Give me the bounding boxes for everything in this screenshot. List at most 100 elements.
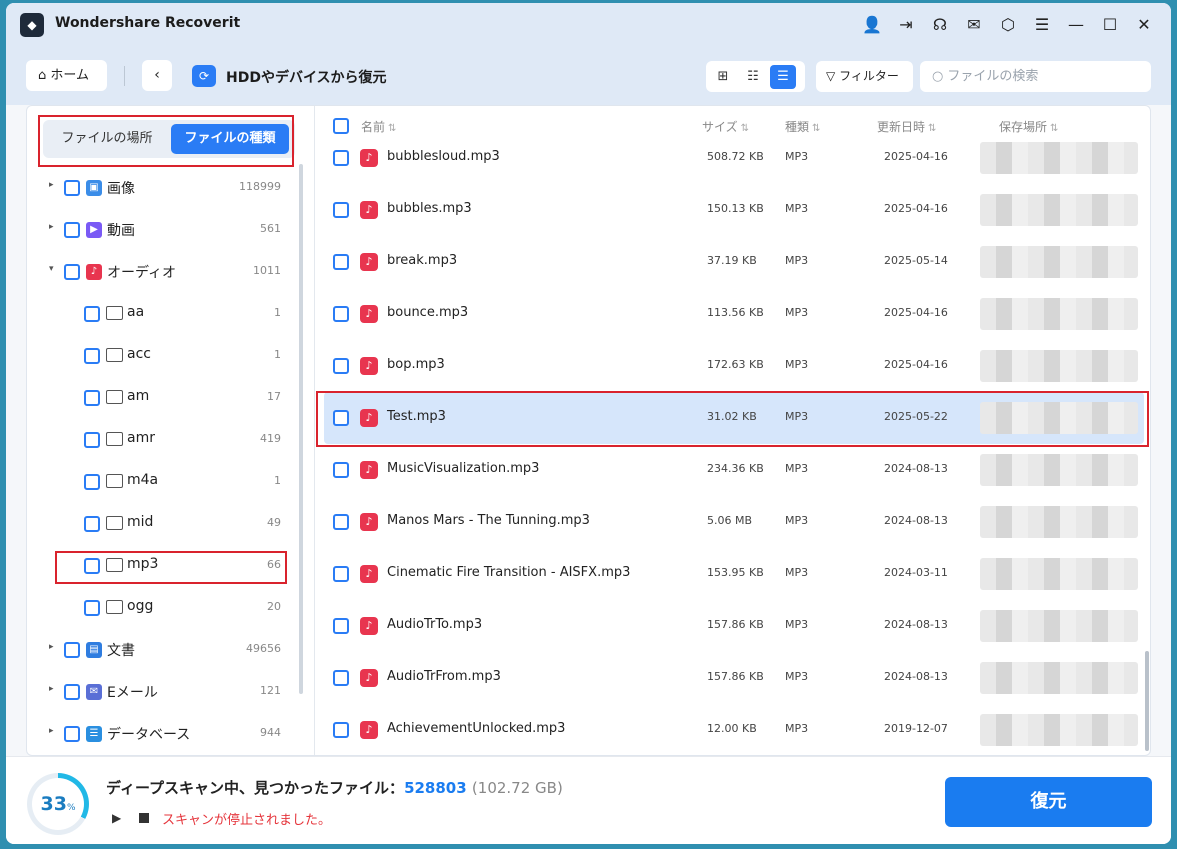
- table-row[interactable]: ♪ break.mp3 37.19 KB MP3 2025-05-14: [324, 236, 1144, 288]
- export-icon[interactable]: ⇥: [891, 11, 921, 39]
- tree-checkbox[interactable]: [84, 474, 100, 490]
- table-row[interactable]: ♪ bop.mp3 172.63 KB MP3 2025-04-16: [324, 340, 1144, 392]
- home-icon: ⌂: [38, 68, 47, 83]
- tree-item-11[interactable]: ▸ ▤ 文書 49656: [27, 638, 297, 662]
- row-checkbox[interactable]: [333, 306, 349, 322]
- tree-item-6[interactable]: amr 419: [27, 428, 297, 452]
- tree-checkbox[interactable]: [84, 306, 100, 322]
- list-view-icon[interactable]: ☷: [740, 65, 766, 89]
- detail-view-icon[interactable]: ☰: [770, 64, 796, 89]
- chevron-right-icon[interactable]: ▸: [49, 180, 54, 190]
- row-checkbox[interactable]: [333, 462, 349, 478]
- tree-item-count: 49656: [246, 642, 281, 655]
- table-row[interactable]: ♪ AchievementUnlocked.mp3 12.00 KB MP3 2019-…: [324, 704, 1144, 755]
- tree-checkbox[interactable]: [64, 264, 80, 280]
- back-button[interactable]: ‹: [142, 60, 172, 91]
- tree-item-5[interactable]: am 17: [27, 386, 297, 410]
- table-row[interactable]: ♪ AudioTrTo.mp3 157.86 KB MP3 2024-08-13: [324, 600, 1144, 652]
- list-scrollbar[interactable]: [1145, 651, 1149, 751]
- tree-checkbox[interactable]: [84, 390, 100, 406]
- tree-checkbox[interactable]: [84, 600, 100, 616]
- folder-icon: [106, 432, 123, 446]
- tree-item-12[interactable]: ▸ ✉ Eメール 121: [27, 680, 297, 704]
- chevron-right-icon[interactable]: ▸: [49, 726, 54, 736]
- status-prefix: ディープスキャン中、見つかったファイル：: [106, 779, 405, 797]
- tree-item-1[interactable]: ▸ ▶ 動画 561: [27, 218, 297, 242]
- chevron-right-icon[interactable]: ▸: [49, 684, 54, 694]
- chevron-down-icon[interactable]: ▾: [49, 264, 54, 274]
- row-checkbox[interactable]: [333, 358, 349, 374]
- audio-file-icon: ♪: [360, 669, 378, 687]
- row-checkbox[interactable]: [333, 202, 349, 218]
- row-checkbox[interactable]: [333, 670, 349, 686]
- row-checkbox[interactable]: [333, 254, 349, 270]
- tree-item-8[interactable]: mid 49: [27, 512, 297, 536]
- tree-item-7[interactable]: m4a 1: [27, 470, 297, 494]
- audio-icon: ♪: [86, 264, 102, 280]
- chevron-right-icon[interactable]: ▸: [49, 642, 54, 652]
- tree-item-count: 1: [274, 348, 281, 361]
- app-title: Wondershare Recoverit: [55, 15, 241, 31]
- table-row[interactable]: ♪ bubblesloud.mp3 508.72 KB MP3 2025-04-16: [324, 132, 1144, 184]
- search-input[interactable]: ○ ファイルの検索: [920, 61, 1151, 92]
- tree-checkbox[interactable]: [84, 348, 100, 364]
- tree-checkbox[interactable]: [64, 180, 80, 196]
- minimize-icon[interactable]: —: [1061, 11, 1091, 39]
- play-icon[interactable]: ▶: [112, 811, 121, 825]
- tree-item-2[interactable]: ▾ ♪ オーディオ 1011: [27, 260, 297, 284]
- tree-item-13[interactable]: ▸ ☰ データベース 944: [27, 722, 297, 746]
- tree-item-10[interactable]: ogg 20: [27, 596, 297, 620]
- file-type: MP3: [785, 306, 809, 319]
- tree-item-count: 1011: [253, 264, 281, 277]
- menu-icon[interactable]: ☰: [1027, 11, 1057, 39]
- tree-item-label: Eメール: [107, 685, 158, 701]
- sidebar-scrollbar[interactable]: [299, 164, 303, 694]
- headset-icon[interactable]: ☊: [925, 11, 955, 39]
- maximize-icon[interactable]: ☐: [1095, 11, 1125, 39]
- row-checkbox[interactable]: [333, 618, 349, 634]
- table-row[interactable]: ♪ bubbles.mp3 150.13 KB MP3 2025-04-16: [324, 184, 1144, 236]
- tree-checkbox[interactable]: [64, 726, 80, 742]
- table-row[interactable]: ♪ MusicVisualization.mp3 234.36 KB MP3 2024-…: [324, 444, 1144, 496]
- toolbar-divider: [124, 66, 125, 86]
- file-name: bubblesloud.mp3: [387, 149, 500, 164]
- row-checkbox[interactable]: [333, 150, 349, 166]
- progress-unit: %: [66, 803, 76, 813]
- user-icon[interactable]: 👤: [857, 11, 887, 39]
- tree-checkbox[interactable]: [84, 516, 100, 532]
- tree-item-0[interactable]: ▸ ▣ 画像 118999: [27, 176, 297, 200]
- tree-item-3[interactable]: aa 1: [27, 302, 297, 326]
- file-name: Manos Mars - The Tunning.mp3: [387, 513, 590, 528]
- recover-button[interactable]: 復元: [945, 777, 1152, 827]
- grid-view-icon[interactable]: ⊞: [710, 65, 736, 89]
- table-row[interactable]: ♪ Cinematic Fire Transition - AISFX.mp3 15…: [324, 548, 1144, 600]
- tree-item-count: 944: [260, 726, 281, 739]
- file-location-blurred: [980, 246, 1138, 278]
- mail-icon[interactable]: ✉: [959, 11, 989, 39]
- close-icon[interactable]: ✕: [1129, 11, 1159, 39]
- app-window: ◆ Wondershare Recoverit 👤 ⇥ ☊ ✉ ⬡ ☰ — ☐ …: [6, 3, 1171, 844]
- view-mode-group: ⊞ ☷ ☰: [706, 61, 805, 92]
- tree-checkbox[interactable]: [64, 222, 80, 238]
- table-row[interactable]: ♪ AudioTrFrom.mp3 157.86 KB MP3 2024-08-13: [324, 652, 1144, 704]
- filter-button[interactable]: ▽ フィルター: [816, 61, 913, 92]
- home-button[interactable]: ⌂ ホーム: [26, 60, 107, 91]
- audio-file-icon: ♪: [360, 357, 378, 375]
- image-icon: ▣: [86, 180, 102, 196]
- audio-file-icon: ♪: [360, 721, 378, 739]
- cube-icon[interactable]: ⬡: [993, 11, 1023, 39]
- chevron-right-icon[interactable]: ▸: [49, 222, 54, 232]
- tree-checkbox[interactable]: [64, 684, 80, 700]
- tree-checkbox[interactable]: [64, 642, 80, 658]
- table-row[interactable]: ♪ bounce.mp3 113.56 KB MP3 2025-04-16: [324, 288, 1144, 340]
- row-checkbox[interactable]: [333, 722, 349, 738]
- audio-file-icon: ♪: [360, 253, 378, 271]
- file-date: 2025-04-16: [884, 306, 948, 319]
- stop-icon[interactable]: [139, 813, 149, 823]
- row-checkbox[interactable]: [333, 514, 349, 530]
- tree-checkbox[interactable]: [84, 432, 100, 448]
- row-checkbox[interactable]: [333, 566, 349, 582]
- table-row[interactable]: ♪ Manos Mars - The Tunning.mp3 5.06 MB MP3 2…: [324, 496, 1144, 548]
- tree-item-4[interactable]: acc 1: [27, 344, 297, 368]
- sidebar: ファイルの場所 ファイルの種類 ▸ ▣ 画像 118999 ▸ ▶ 動画 561 ▾ ♪ オーディオ…: [27, 106, 315, 755]
